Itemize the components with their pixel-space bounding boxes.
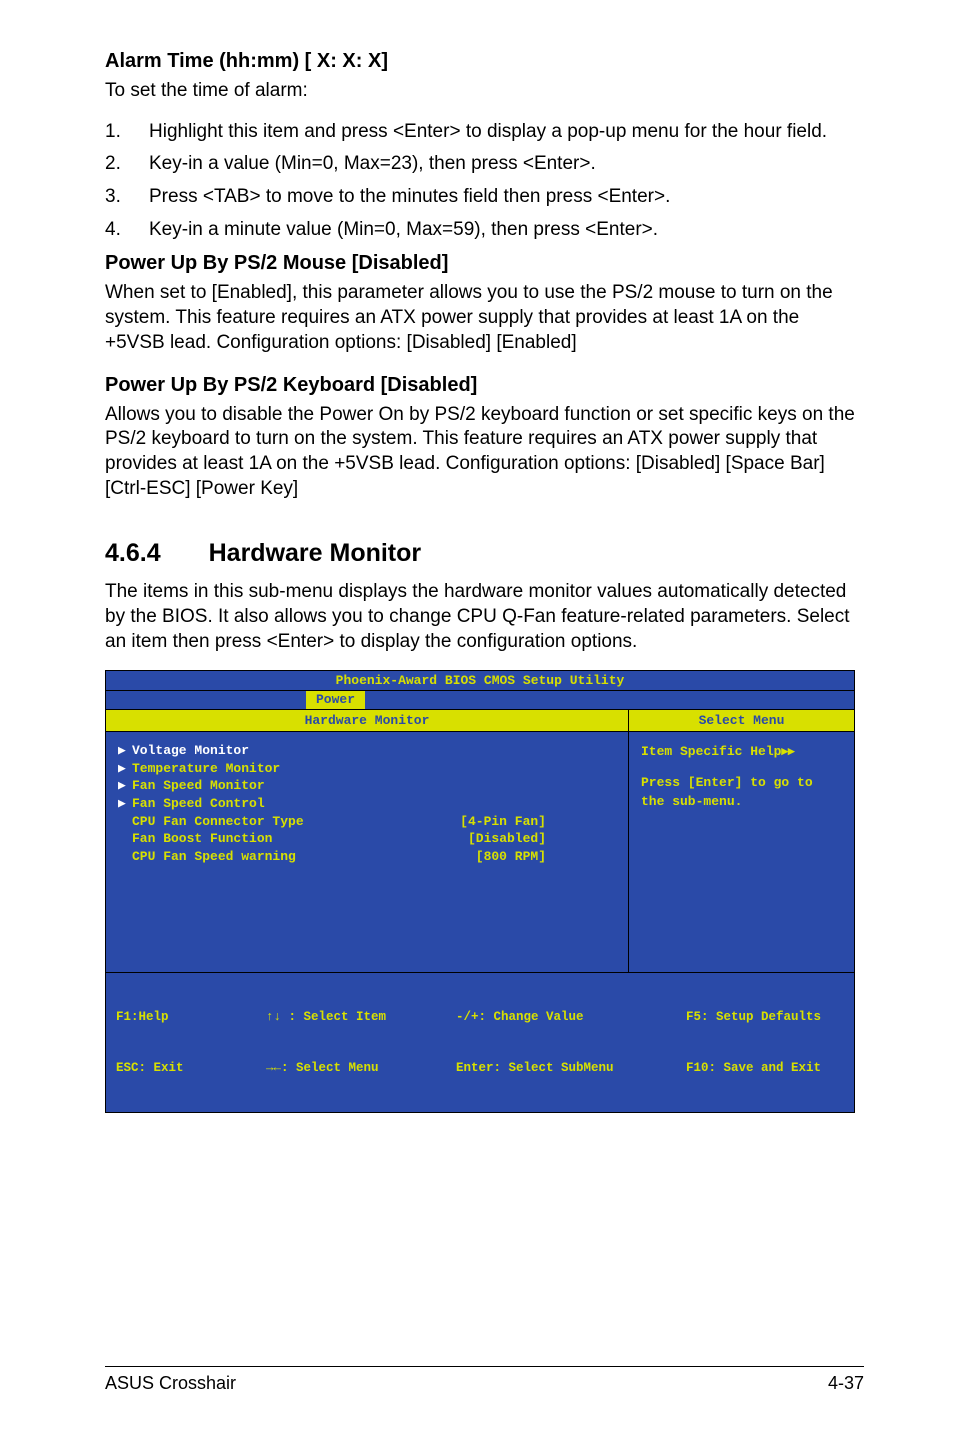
bios-screenshot: Phoenix-Award BIOS CMOS Setup Utility Po…	[105, 670, 855, 1113]
bios-menu-pane: ▶Voltage Monitor ▶Temperature Monitor ▶F…	[106, 732, 629, 972]
bios-item-value: [800 RPM]	[476, 848, 616, 866]
bios-item-label: Fan Speed Monitor	[132, 777, 265, 795]
bios-left-header: Hardware Monitor	[106, 710, 629, 731]
step-num: 3.	[105, 185, 149, 210]
arrow-icon: ▶	[118, 760, 132, 778]
bios-item: ▶Temperature Monitor	[118, 760, 616, 778]
footer-key: Enter: Select SubMenu	[456, 1061, 614, 1075]
arrow-icon: ▶	[118, 777, 132, 795]
step-num: 4.	[105, 218, 149, 243]
ps2kbd-body: Allows you to disable the Power On by PS…	[105, 403, 864, 502]
bios-item: ▶Voltage Monitor	[118, 742, 616, 760]
step-text: Press <TAB> to move to the minutes field…	[149, 185, 864, 210]
bios-tabrow: Power	[106, 691, 854, 710]
bios-help-pane: Item Specific Help▸▸ Press [Enter] to go…	[629, 732, 854, 972]
bios-item-label: Voltage Monitor	[132, 742, 249, 760]
help-arrow-icon: ▸▸	[781, 743, 794, 758]
footer-key: →←: Select Menu	[266, 1061, 379, 1075]
hwmon-num: 4.6.4	[105, 539, 161, 567]
alarm-intro: To set the time of alarm:	[105, 79, 864, 104]
hwmon-body: The items in this sub-menu displays the …	[105, 580, 864, 654]
bios-item: CPU Fan Connector Type [4-Pin Fan]	[118, 813, 616, 831]
bios-item-label: Fan Speed Control	[132, 795, 265, 813]
bios-help-line: Item Specific Help▸▸	[641, 742, 842, 762]
step-num: 2.	[105, 152, 149, 177]
bios-help-line: Press [Enter] to go to the sub-menu.	[641, 774, 842, 812]
footer-right: 4-37	[828, 1373, 864, 1394]
arrow-icon: ▶	[118, 795, 132, 813]
step-num: 1.	[105, 120, 149, 145]
ps2kbd-title: Power Up By PS/2 Keyboard [Disabled]	[105, 374, 864, 397]
bios-item: Fan Boost Function [Disabled]	[118, 830, 616, 848]
list-item: 3. Press <TAB> to move to the minutes fi…	[105, 185, 864, 210]
bios-item: ▶Fan Speed Control	[118, 795, 616, 813]
bios-footer: F1:Help ESC: Exit ↑↓ : Select Item →←: S…	[106, 972, 854, 1112]
arrow-icon: ▶	[118, 742, 132, 760]
step-text: Key-in a value (Min=0, Max=23), then pre…	[149, 152, 864, 177]
bios-item-value: [4-Pin Fan]	[460, 813, 616, 831]
list-item: 4. Key-in a minute value (Min=0, Max=59)…	[105, 218, 864, 243]
step-text: Key-in a minute value (Min=0, Max=59), t…	[149, 218, 864, 243]
bios-item-value: [Disabled]	[468, 830, 616, 848]
footer-key: ↑↓ : Select Item	[266, 1010, 386, 1024]
bios-title: Phoenix-Award BIOS CMOS Setup Utility	[106, 671, 854, 691]
bios-item-label: Fan Boost Function	[132, 830, 272, 848]
list-item: 2. Key-in a value (Min=0, Max=23), then …	[105, 152, 864, 177]
bios-right-header: Select Menu	[629, 710, 854, 731]
footer-key: F10: Save and Exit	[686, 1061, 821, 1075]
bios-tab-power: Power	[306, 691, 365, 709]
bios-item-label: CPU Fan Connector Type	[132, 813, 304, 831]
bios-item-label: Temperature Monitor	[132, 760, 280, 778]
footer-key: F5: Setup Defaults	[686, 1010, 821, 1024]
ps2mouse-title: Power Up By PS/2 Mouse [Disabled]	[105, 252, 864, 275]
list-item: 1. Highlight this item and press <Enter>…	[105, 120, 864, 145]
ps2mouse-body: When set to [Enabled], this parameter al…	[105, 281, 864, 355]
hwmon-title: Hardware Monitor	[209, 539, 422, 567]
alarm-title: Alarm Time (hh:mm) [ X: X: X]	[105, 50, 864, 73]
page-footer: ASUS Crosshair 4-37	[105, 1366, 864, 1394]
bios-item-label: CPU Fan Speed warning	[132, 848, 296, 866]
footer-key: F1:Help	[116, 1010, 169, 1024]
alarm-steps: 1. Highlight this item and press <Enter>…	[105, 120, 864, 243]
footer-left: ASUS Crosshair	[105, 1373, 236, 1394]
bios-item: CPU Fan Speed warning [800 RPM]	[118, 848, 616, 866]
bios-item: ▶Fan Speed Monitor	[118, 777, 616, 795]
footer-key: -/+: Change Value	[456, 1010, 584, 1024]
step-text: Highlight this item and press <Enter> to…	[149, 120, 864, 145]
hwmon-heading: 4.6.4 Hardware Monitor	[105, 539, 864, 568]
footer-key: ESC: Exit	[116, 1061, 184, 1075]
